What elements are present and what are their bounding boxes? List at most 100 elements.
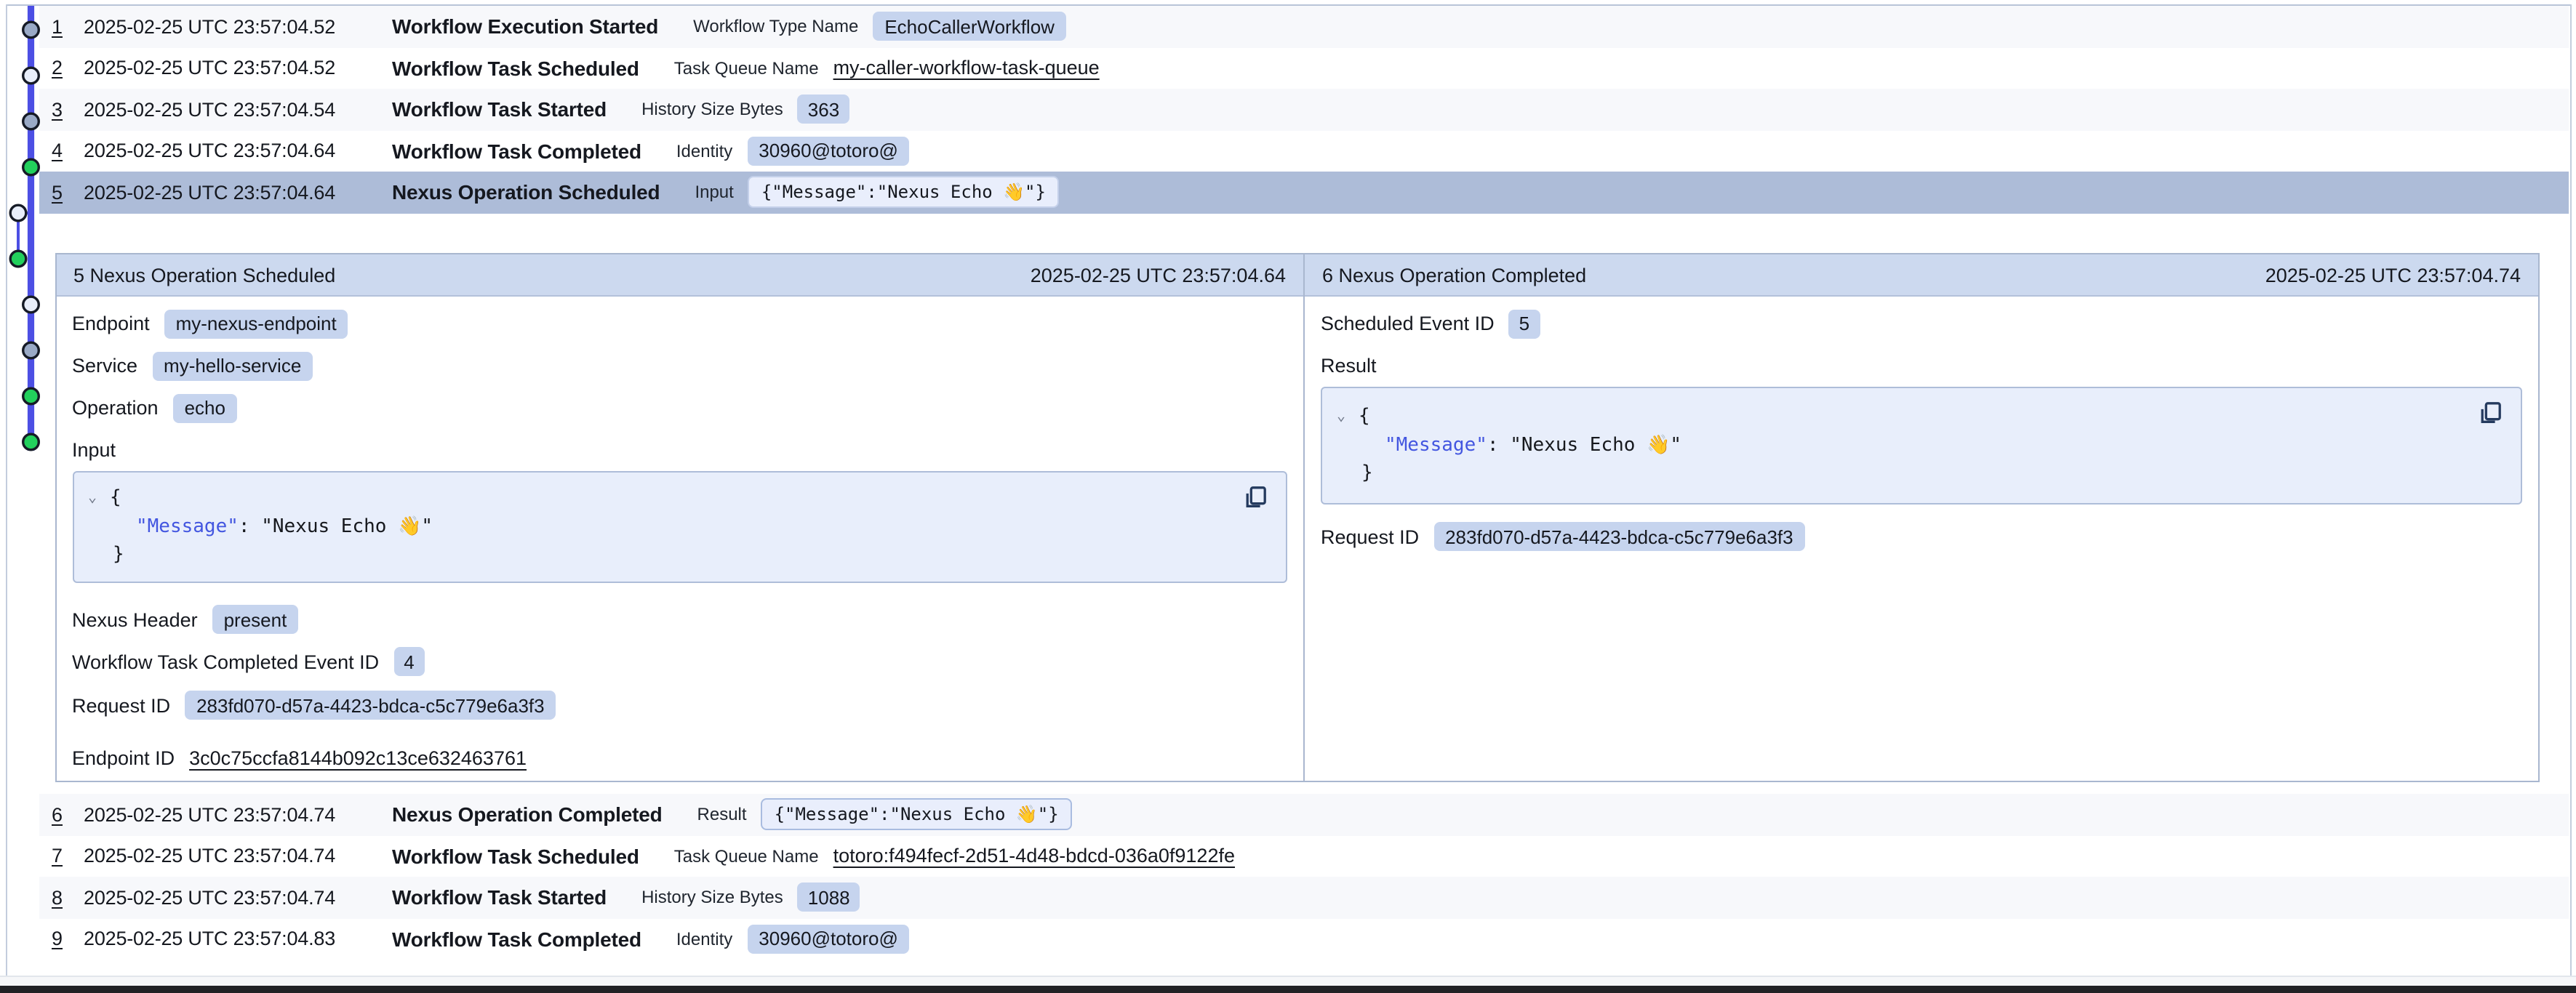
field-label: Nexus Header (72, 608, 198, 630)
spacer (7, 782, 2568, 794)
event-id-link[interactable]: 7 (52, 845, 84, 867)
event-time: 2025-02-25 UTC 23:57:04.64 (84, 140, 392, 162)
field-label: Scheduled Event ID (1321, 313, 1495, 334)
event-row-2[interactable]: 2 2025-02-25 UTC 23:57:04.52 Workflow Ta… (39, 47, 2568, 89)
event-time: 2025-02-25 UTC 23:57:04.64 (84, 182, 392, 204)
event-attr-label: Identity (676, 141, 732, 161)
json-separator: : (1487, 434, 1510, 456)
event-name: Workflow Task Completed (392, 928, 641, 951)
event-name: Nexus Operation Completed (392, 803, 663, 827)
event-row-3[interactable]: 3 2025-02-25 UTC 23:57:04.54 Workflow Ta… (39, 89, 2568, 130)
event-row-1[interactable]: 1 2025-02-25 UTC 23:57:04.52 Workflow Ex… (39, 6, 2568, 47)
endpoint-id-link[interactable]: 3c0c75ccfa8144b092c13ce632463761 (189, 747, 527, 768)
event-row-8[interactable]: 8 2025-02-25 UTC 23:57:04.74 Workflow Ta… (39, 877, 2568, 918)
event-name: Workflow Execution Started (392, 15, 658, 39)
detail-field-request-id: Request ID 283fd070-d57a-4423-bdca-c5c77… (72, 690, 1287, 720)
field-label: Endpoint ID (72, 747, 175, 768)
field-value-badge: 283fd070-d57a-4423-bdca-c5c779e6a3f3 (1433, 522, 1805, 551)
event-name: Workflow Task Scheduled (392, 57, 639, 80)
timeline-dot-event-3 (23, 113, 39, 129)
json-separator: : (239, 515, 261, 537)
detail-field-nexus-header: Nexus Header present (72, 604, 1287, 635)
timeline-dot-event-5 (10, 204, 26, 220)
event-id-link[interactable]: 8 (52, 887, 84, 909)
event-detail-panel-scheduled: 5 Nexus Operation Scheduled 2025-02-25 U… (56, 254, 1305, 781)
json-value: "Nexus Echo 👋" (1510, 434, 1681, 456)
json-brace: { (1359, 406, 1370, 427)
json-brace: { (110, 487, 121, 509)
event-attr-label: Result (697, 805, 747, 825)
field-value-badge: echo (173, 393, 237, 422)
event-time: 2025-02-25 UTC 23:57:04.52 (84, 16, 392, 38)
event-attr-value-badge: EchoCallerWorkflow (873, 12, 1066, 41)
chevron-down-icon[interactable]: ⌄ (1337, 403, 1351, 431)
event-attr-label: History Size Bytes (641, 888, 783, 908)
copy-icon[interactable] (1242, 484, 1268, 510)
execution-timeline-graph (0, 5, 58, 465)
timeline-dot-event-8 (23, 342, 39, 358)
event-row-4[interactable]: 4 2025-02-25 UTC 23:57:04.64 Workflow Ta… (39, 130, 2568, 172)
event-time: 2025-02-25 UTC 23:57:04.74 (84, 887, 392, 909)
event-time: 2025-02-25 UTC 23:57:04.74 (84, 804, 392, 826)
detail-field-endpoint-id: Endpoint ID 3c0c75ccfa8144b092c13ce63246… (72, 742, 1287, 773)
json-key: "Message" (136, 515, 239, 537)
event-row-5-selected[interactable]: 5 2025-02-25 UTC 23:57:04.64 Nexus Opera… (39, 172, 2568, 213)
json-key: "Message" (1385, 434, 1487, 456)
timeline-dot-event-10 (23, 433, 39, 449)
input-section-label: Input (72, 435, 1287, 465)
chevron-down-icon[interactable]: ⌄ (88, 484, 103, 512)
event-attr-value-json: {"Message":"Nexus Echo 👋"} (748, 177, 1059, 209)
spacer (7, 213, 2568, 253)
field-label: Endpoint (72, 313, 150, 334)
event-name: Workflow Task Started (392, 886, 607, 909)
field-label: Request ID (72, 694, 170, 716)
result-json-viewer: ⌄{ "Message": "Nexus Echo 👋" } (1321, 387, 2522, 504)
event-name: Workflow Task Scheduled (392, 845, 639, 868)
event-name: Workflow Task Completed (392, 140, 641, 163)
field-value-badge: my-nexus-endpoint (164, 309, 348, 338)
copy-icon[interactable] (2477, 400, 2503, 426)
event-attr-value-badge: 363 (798, 95, 849, 124)
timeline-dot-event-7 (23, 296, 39, 312)
event-name: Workflow Task Started (392, 98, 607, 121)
event-id-link[interactable]: 6 (52, 804, 84, 826)
timeline-dot-event-6 (10, 250, 26, 266)
detail-panel-body: Endpoint my-nexus-endpoint Service my-he… (56, 297, 1303, 781)
task-queue-link[interactable]: totoro:f494fecf-2d51-4d48-bdcd-036a0f912… (833, 845, 1235, 867)
detail-field-scheduled-event-id: Scheduled Event ID 5 (1321, 308, 2522, 339)
detail-panel-time: 2025-02-25 UTC 23:57:04.64 (1031, 264, 1286, 286)
event-attr-label: Identity (676, 929, 732, 949)
event-history-table: 1 2025-02-25 UTC 23:57:04.52 Workflow Ex… (7, 6, 2568, 960)
event-time: 2025-02-25 UTC 23:57:04.54 (84, 99, 392, 121)
result-section-label: Result (1321, 350, 2522, 381)
detail-panel-time: 2025-02-25 UTC 23:57:04.74 (2265, 264, 2521, 286)
event-id-link[interactable]: 9 (52, 928, 84, 950)
field-label: Workflow Task Completed Event ID (72, 651, 379, 672)
detail-field-operation: Operation echo (72, 393, 1287, 423)
event-attr-value-json: {"Message":"Nexus Echo 👋"} (761, 799, 1072, 831)
event-attr-label: History Size Bytes (641, 100, 783, 120)
field-label: Request ID (1321, 526, 1419, 547)
field-label: Service (72, 355, 137, 377)
detail-panel-body: Scheduled Event ID 5 Result ⌄ { "Message"… (1305, 297, 2538, 781)
timeline-dot-event-9 (23, 387, 39, 403)
event-row-7[interactable]: 7 2025-02-25 UTC 23:57:04.74 Workflow Ta… (39, 835, 2568, 877)
event-row-9[interactable]: 9 2025-02-25 UTC 23:57:04.83 Workflow Ta… (39, 918, 2568, 960)
detail-field-endpoint: Endpoint my-nexus-endpoint (72, 308, 1287, 339)
timeline-dot-event-4 (23, 158, 39, 174)
detail-panel-title: 5 Nexus Operation Scheduled (73, 264, 335, 286)
field-value-badge: my-hello-service (152, 351, 313, 380)
event-time: 2025-02-25 UTC 23:57:04.74 (84, 845, 392, 867)
field-label: Operation (72, 397, 159, 419)
timeline-dot-event-1 (23, 21, 39, 37)
event-attr-label: Input (695, 182, 733, 203)
frame-border-right (2569, 4, 2571, 986)
event-attr-label: Task Queue Name (674, 846, 819, 867)
bottom-window-edge (0, 986, 2576, 993)
event-time: 2025-02-25 UTC 23:57:04.83 (84, 928, 392, 950)
task-queue-link[interactable]: my-caller-workflow-task-queue (833, 57, 1100, 79)
event-attr-value-badge: 1088 (798, 883, 860, 912)
event-row-6[interactable]: 6 2025-02-25 UTC 23:57:04.74 Nexus Opera… (39, 794, 2568, 835)
detail-panel-header: 5 Nexus Operation Scheduled 2025-02-25 U… (56, 254, 1303, 297)
detail-field-request-id: Request ID 283fd070-d57a-4423-bdca-c5c77… (1321, 521, 2522, 552)
